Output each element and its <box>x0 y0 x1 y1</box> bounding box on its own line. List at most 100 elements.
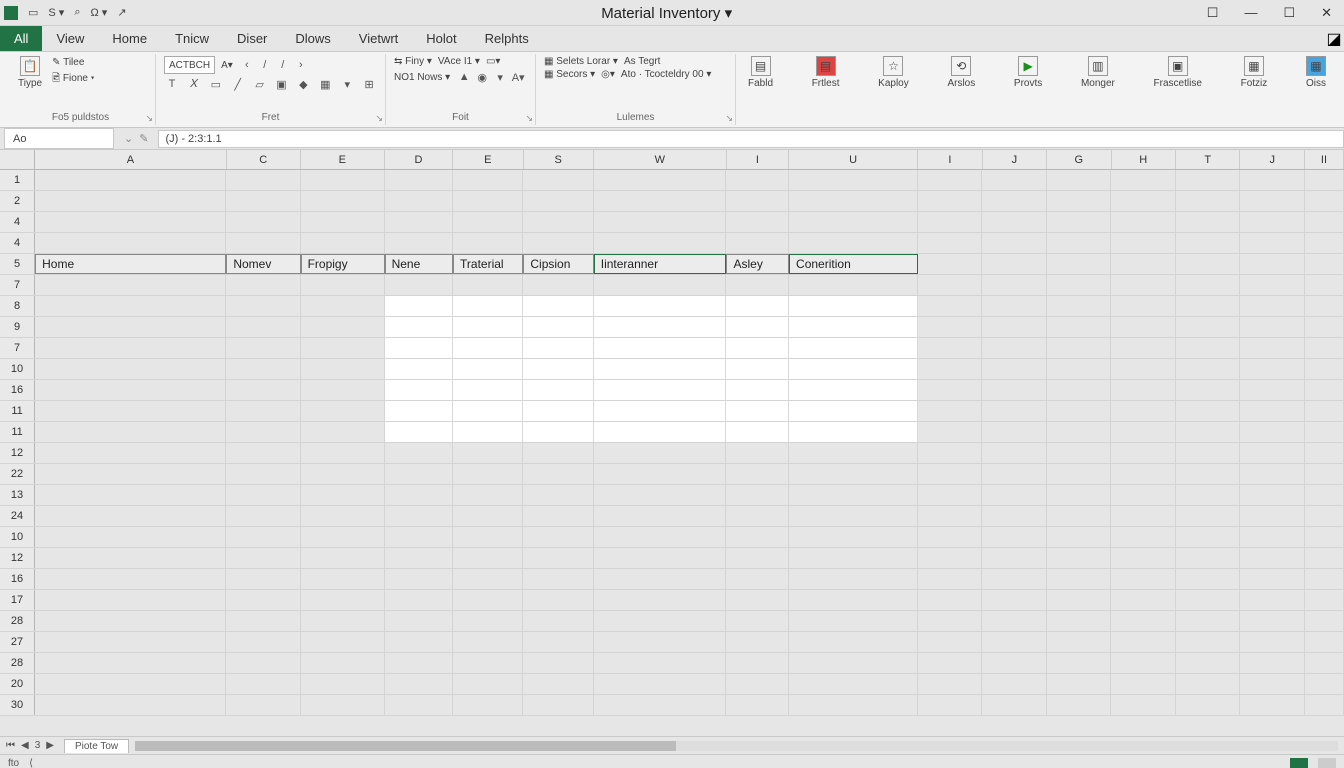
cell[interactable] <box>1047 254 1112 274</box>
frascetlise-button[interactable]: ▣Frascetlise <box>1150 56 1206 89</box>
cell[interactable] <box>1240 548 1305 568</box>
cell[interactable] <box>982 170 1047 190</box>
cell[interactable] <box>789 653 918 673</box>
column-header[interactable]: I <box>918 150 982 169</box>
cell[interactable] <box>789 443 918 463</box>
cell[interactable] <box>301 338 385 358</box>
column-header[interactable]: S <box>524 150 594 169</box>
cell[interactable] <box>385 212 453 232</box>
cell[interactable] <box>918 212 983 232</box>
cell[interactable] <box>1240 212 1305 232</box>
column-header[interactable]: I <box>727 150 790 169</box>
cell[interactable] <box>982 464 1047 484</box>
cell[interactable] <box>453 632 523 652</box>
cell[interactable] <box>1176 611 1241 631</box>
cell[interactable] <box>226 212 300 232</box>
cell[interactable] <box>1240 611 1305 631</box>
cell[interactable] <box>35 632 226 652</box>
cell[interactable] <box>726 506 789 526</box>
cell[interactable] <box>726 338 789 358</box>
cell[interactable] <box>35 275 226 295</box>
cell[interactable] <box>918 359 983 379</box>
collapse-ribbon-icon[interactable]: ◪ <box>1324 26 1344 51</box>
cell[interactable] <box>226 275 300 295</box>
qat-item[interactable]: S ▾ <box>48 6 64 19</box>
cell[interactable] <box>35 338 226 358</box>
cell[interactable] <box>594 401 727 421</box>
close-button[interactable]: ✕ <box>1321 5 1332 21</box>
cell[interactable] <box>1047 695 1112 715</box>
provts-button[interactable]: ▶Provts <box>1010 56 1046 89</box>
column-header[interactable]: G <box>1047 150 1111 169</box>
cell[interactable] <box>523 422 593 442</box>
secors-button[interactable]: ▦ Secors ▾ <box>544 69 595 80</box>
cell[interactable] <box>301 233 385 253</box>
cell[interactable] <box>918 527 983 547</box>
cell[interactable] <box>726 485 789 505</box>
cell[interactable] <box>726 590 789 610</box>
cell[interactable] <box>226 170 300 190</box>
cell[interactable] <box>385 275 453 295</box>
cell[interactable] <box>453 422 523 442</box>
cell[interactable] <box>1111 695 1176 715</box>
cell[interactable] <box>523 359 593 379</box>
cell[interactable] <box>1047 548 1112 568</box>
monger-button[interactable]: ▥Monger <box>1077 56 1119 89</box>
normal-view-button[interactable] <box>1290 758 1308 768</box>
cell[interactable] <box>1111 359 1176 379</box>
cell[interactable] <box>301 443 385 463</box>
cell[interactable] <box>726 443 789 463</box>
cell[interactable] <box>35 506 226 526</box>
cell[interactable] <box>789 548 918 568</box>
row-header[interactable]: 4 <box>0 233 35 253</box>
cell[interactable] <box>301 422 385 442</box>
cell[interactable] <box>1047 527 1112 547</box>
border-dropdown-icon[interactable]: ▾ <box>339 76 355 92</box>
align-icon[interactable]: A▾ <box>510 69 526 85</box>
column-header[interactable]: A <box>35 150 226 169</box>
cell[interactable] <box>385 317 453 337</box>
cell[interactable] <box>1111 590 1176 610</box>
oiss-button[interactable]: ▦Oiss <box>1302 56 1330 89</box>
cell[interactable] <box>35 590 226 610</box>
cell[interactable] <box>385 464 453 484</box>
cell[interactable] <box>1240 485 1305 505</box>
spreadsheet-grid[interactable]: A C E D E S W I U I J G H T J II 12445Ho… <box>0 150 1344 736</box>
cell[interactable] <box>385 548 453 568</box>
cell[interactable] <box>35 212 226 232</box>
cell[interactable] <box>1240 233 1305 253</box>
cell[interactable] <box>1111 485 1176 505</box>
cell[interactable] <box>226 548 300 568</box>
cell[interactable] <box>226 569 300 589</box>
dialog-launcher-icon[interactable]: ↘ <box>725 113 733 124</box>
cell[interactable] <box>1111 632 1176 652</box>
cell[interactable] <box>1176 443 1241 463</box>
align-icon[interactable]: ▾ <box>492 69 508 85</box>
cell[interactable] <box>594 485 727 505</box>
cell[interactable] <box>1111 611 1176 631</box>
cell[interactable] <box>594 590 727 610</box>
cell[interactable] <box>982 401 1047 421</box>
cell[interactable] <box>1176 506 1241 526</box>
cell[interactable] <box>301 317 385 337</box>
cell[interactable] <box>385 401 453 421</box>
cell[interactable] <box>301 359 385 379</box>
cell[interactable] <box>982 212 1047 232</box>
cell[interactable] <box>1305 695 1344 715</box>
cell[interactable] <box>594 191 727 211</box>
cell[interactable] <box>918 506 983 526</box>
cell[interactable] <box>789 569 918 589</box>
cell[interactable] <box>726 464 789 484</box>
cell[interactable] <box>301 275 385 295</box>
cell[interactable] <box>789 632 918 652</box>
cell[interactable] <box>1240 338 1305 358</box>
cell[interactable] <box>1305 296 1344 316</box>
column-header[interactable]: U <box>789 150 918 169</box>
cell[interactable] <box>226 632 300 652</box>
cell[interactable] <box>453 527 523 547</box>
cell[interactable] <box>1305 611 1344 631</box>
cell[interactable] <box>594 170 727 190</box>
cell[interactable] <box>35 422 226 442</box>
cell[interactable] <box>594 422 727 442</box>
cell[interactable] <box>918 233 983 253</box>
